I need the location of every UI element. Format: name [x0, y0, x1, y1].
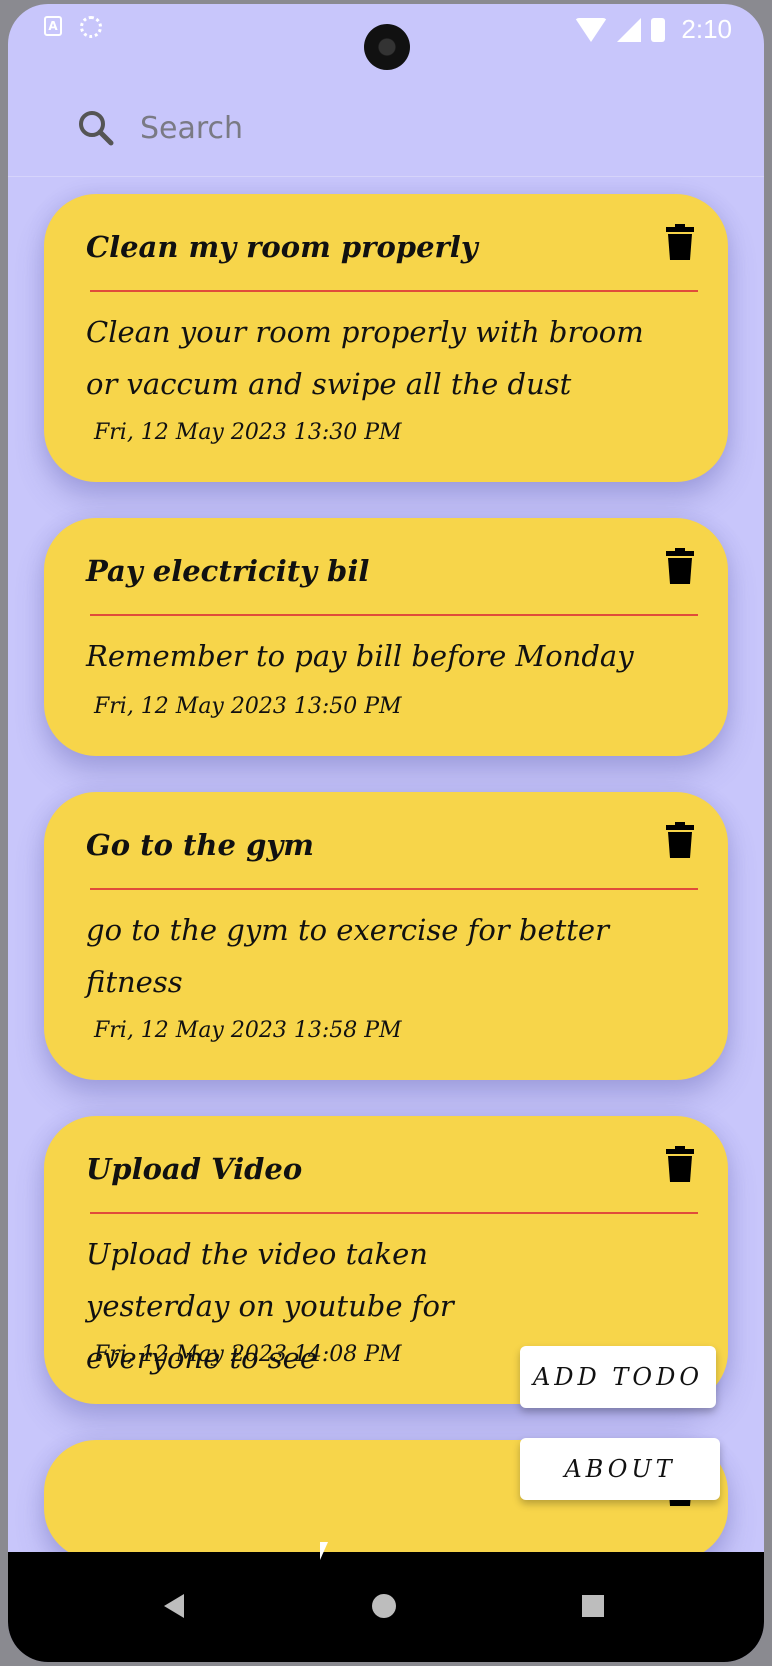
battery-icon	[651, 17, 666, 42]
about-button[interactable]: ABOUT	[520, 1438, 720, 1500]
wifi-icon	[575, 17, 608, 42]
keyboard-notification-icon: A	[44, 16, 62, 36]
todo-card[interactable]: Pay electricity bil Remember to pay bill…	[44, 518, 728, 756]
title-divider	[90, 614, 698, 616]
todo-description: go to the gym to exercise for better fit…	[86, 913, 609, 999]
todo-title: Pay electricity bil	[86, 554, 370, 588]
sync-notification-icon	[80, 16, 102, 38]
signal-icon	[617, 17, 642, 42]
status-time: 2:10	[681, 14, 732, 44]
front-camera	[364, 24, 410, 70]
todo-card[interactable]: Go to the gym go to the gym to exercise …	[44, 792, 728, 1080]
todo-title: Upload Video	[86, 1152, 303, 1186]
trash-icon[interactable]	[666, 1146, 694, 1182]
status-bar: A 2:10	[8, 4, 764, 70]
trash-icon[interactable]	[666, 822, 694, 858]
home-icon[interactable]	[372, 1594, 396, 1618]
title-divider	[90, 888, 698, 890]
title-divider	[90, 290, 698, 292]
todo-date: Fri, 12 May 2023 13:30 PM	[94, 420, 402, 445]
todo-description: Clean your room properly with broom or v…	[86, 315, 644, 401]
todo-date: Fri, 12 May 2023 14:08 PM	[94, 1342, 402, 1367]
trash-icon[interactable]	[666, 224, 694, 260]
mouse-cursor-icon	[320, 1542, 328, 1560]
title-divider	[90, 1212, 698, 1214]
navigation-bar	[8, 1552, 764, 1662]
todo-date: Fri, 12 May 2023 13:50 PM	[94, 694, 402, 719]
trash-icon[interactable]	[666, 548, 694, 584]
todo-title: Go to the gym	[86, 828, 314, 862]
search-input[interactable]	[138, 104, 702, 152]
back-icon[interactable]	[164, 1594, 184, 1618]
todo-date: Fri, 12 May 2023 13:58 PM	[94, 1018, 402, 1043]
todo-title: Clean my room properly	[86, 230, 478, 264]
add-todo-button[interactable]: ADD TODO	[520, 1346, 716, 1408]
recents-icon[interactable]	[582, 1595, 604, 1617]
search-bar	[8, 84, 764, 177]
search-icon[interactable]	[76, 108, 116, 148]
todo-description: Remember to pay bill before Monday	[86, 639, 634, 673]
todo-card[interactable]: Clean my room properly Clean your room p…	[44, 194, 728, 482]
phone-screen: A 2:10 Clean my room properly Clean your…	[8, 4, 764, 1662]
